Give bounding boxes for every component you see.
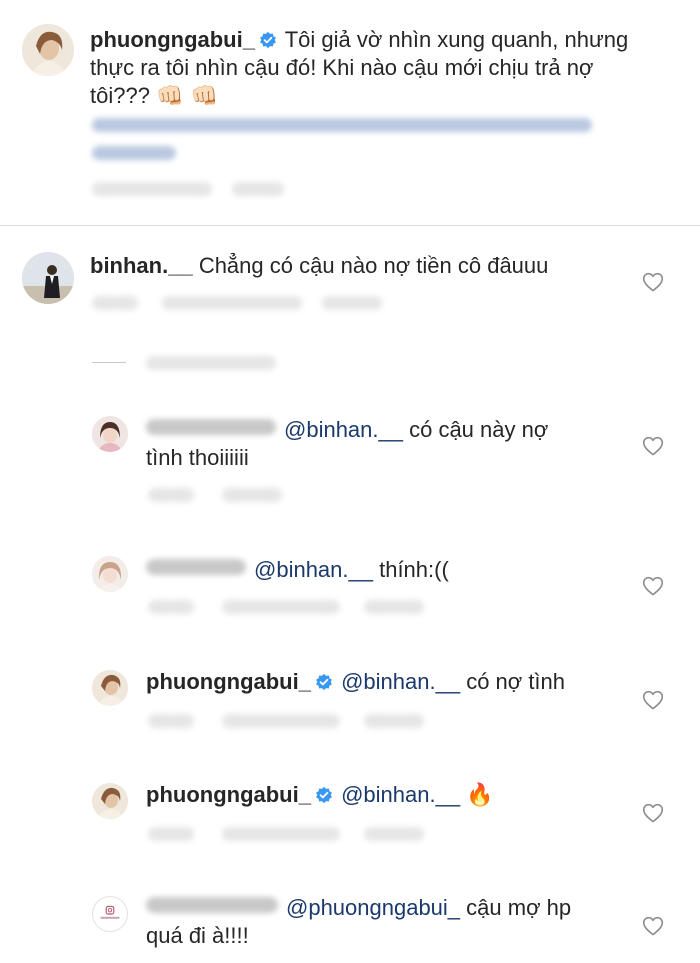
reply-meta-blurred-1	[148, 488, 194, 502]
verified-badge-icon	[316, 673, 332, 691]
comment-avatar-binhan[interactable]	[22, 252, 74, 304]
caption-meta-blurred	[92, 182, 212, 196]
comment-username-binhan[interactable]: binhan.__	[90, 253, 193, 278]
reply-meta-blurred-2	[148, 600, 194, 614]
reply-reply-blurred-3	[364, 714, 424, 728]
reply-avatar-5[interactable]	[92, 896, 128, 932]
reply-username-blurred-2[interactable]	[146, 559, 246, 575]
reply-username-3[interactable]: phuongngabui_	[146, 669, 311, 694]
caption-line-2: thực ra tôi nhìn cậu đó! Khi nào cậu mới…	[90, 55, 594, 80]
reply-mention-2[interactable]: @binhan.__	[254, 557, 373, 582]
reply-username-blurred-5[interactable]	[146, 897, 278, 913]
reply-body-1a: có cậu này nợ	[402, 417, 549, 442]
reply-mention-5[interactable]: @phuongngabui_	[286, 895, 460, 920]
caption-avatar[interactable]	[22, 24, 74, 76]
reply-likes-blurred-2	[222, 600, 340, 614]
heart-outline-icon[interactable]	[642, 576, 664, 596]
heart-outline-icon[interactable]	[642, 803, 664, 823]
reply-mention-1[interactable]: @binhan.__	[284, 417, 403, 442]
reply-avatar-4[interactable]	[92, 783, 128, 819]
caption-text: phuongngabui_ Tôi giả vờ nhìn xung quanh…	[90, 26, 680, 111]
comment-text-binhan: binhan.__ Chẳng có cậu nào nợ tiền cô đâ…	[90, 252, 630, 280]
reply-meta-blurred-3	[148, 714, 194, 728]
caption-line-3: tôi???	[90, 83, 150, 108]
verified-badge-icon	[316, 786, 332, 804]
fist-bump-emoji: 👊🏻 👊🏻	[156, 84, 218, 109]
comment-meta-blurred	[92, 296, 138, 310]
reply-likes-blurred-4	[222, 827, 340, 841]
reply-mention-4[interactable]: @binhan.__	[341, 782, 460, 807]
reply-reply-blurred-2	[364, 600, 424, 614]
heart-outline-icon[interactable]	[642, 272, 664, 292]
heart-outline-icon[interactable]	[642, 690, 664, 710]
verified-badge-icon	[260, 31, 276, 49]
reply-avatar-2[interactable]	[92, 556, 128, 592]
caption-time-blurred	[232, 182, 284, 196]
hide-replies-line[interactable]	[92, 362, 126, 363]
reply-meta-blurred-4	[148, 827, 194, 841]
reply-text-1: @binhan.__ có cậu này nợ tình thoiiiiii	[146, 416, 616, 472]
comment-likes-blurred	[162, 296, 302, 310]
fire-emoji: 🔥	[466, 783, 494, 808]
caption-line-1: Tôi giả vờ nhìn xung quanh, nhưng	[284, 27, 629, 52]
comment-body-binhan: Chẳng có cậu nào nợ tiền cô đâuuu	[198, 253, 549, 278]
reply-username-4[interactable]: phuongngabui_	[146, 782, 311, 807]
reply-body-2: thính:((	[372, 557, 449, 582]
comment-reply-blurred	[322, 296, 382, 310]
reply-mention-3[interactable]: @binhan.__	[341, 669, 460, 694]
caption-hashtags-blurred	[92, 118, 592, 132]
reply-avatar-1[interactable]	[92, 416, 128, 452]
reply-text-2: @binhan.__ thính:((	[146, 556, 616, 584]
caption-divider	[0, 225, 700, 226]
reply-reply-blurred-1	[222, 488, 282, 502]
heart-outline-icon[interactable]	[642, 436, 664, 456]
caption-hashtags-blurred-2	[92, 146, 176, 160]
reply-username-blurred-1[interactable]	[146, 419, 276, 435]
reply-avatar-3[interactable]	[92, 670, 128, 706]
reply-text-4: phuongngabui_ @binhan.__ 🔥	[146, 781, 626, 810]
reply-body-1b: tình thoiiiiii	[146, 445, 249, 470]
reply-text-5: @phuongngabui_ cậu mợ hp quá đi à!!!!	[146, 894, 626, 950]
reply-text-3: phuongngabui_ @binhan.__ có nợ tình	[146, 668, 626, 696]
reply-reply-blurred-4	[364, 827, 424, 841]
reply-body-5a: cậu mợ hp	[460, 895, 572, 920]
reply-body-3: có nợ tình	[460, 669, 566, 694]
caption-username[interactable]: phuongngabui_	[90, 27, 255, 52]
hide-replies-blurred[interactable]	[146, 356, 276, 370]
heart-outline-icon[interactable]	[642, 916, 664, 936]
reply-body-5b: quá đi à!!!!	[146, 923, 249, 948]
reply-likes-blurred-3	[222, 714, 340, 728]
